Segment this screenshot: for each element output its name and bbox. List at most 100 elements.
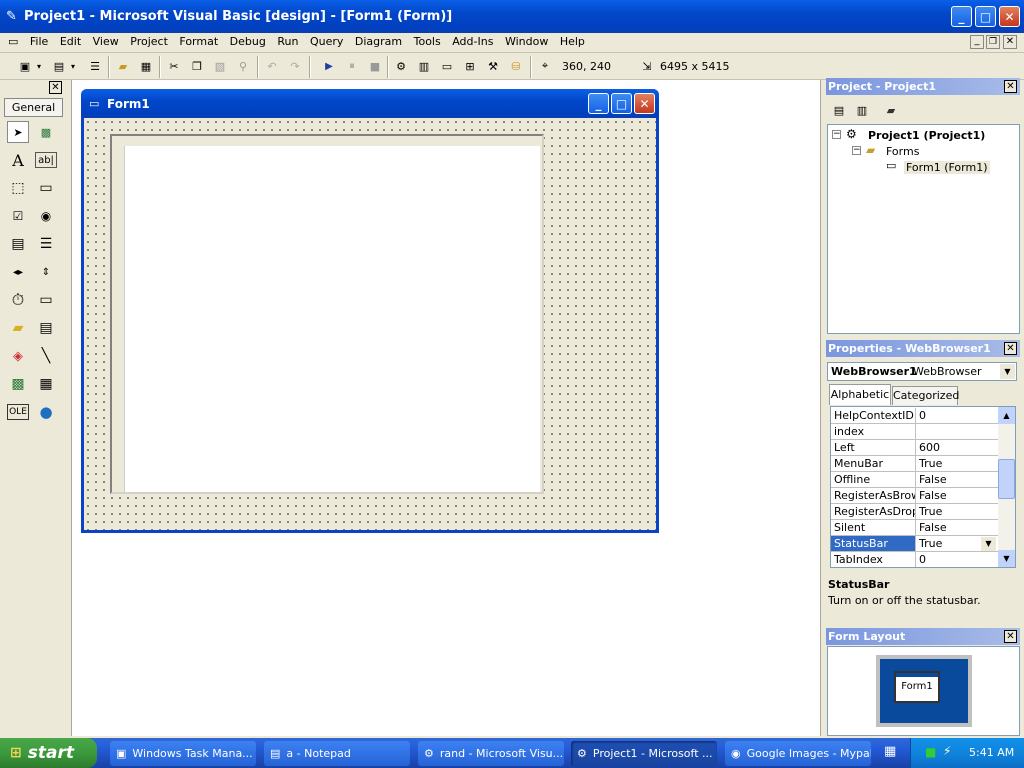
ole-icon[interactable]: OLE <box>7 404 29 420</box>
close-button[interactable]: ✕ <box>999 6 1020 27</box>
properties-panel-close-icon[interactable]: ✕ <box>1004 342 1017 355</box>
tray-app-icon[interactable]: ■ <box>925 745 936 759</box>
taskbar-item-task-manager[interactable]: ▣ Windows Task Mana... <box>110 741 256 766</box>
property-row[interactable]: StatusBar True <box>831 536 998 552</box>
frame-icon[interactable]: ⬚ <box>7 177 29 199</box>
menu-tools[interactable]: Tools <box>410 32 445 52</box>
hscrollbar-icon[interactable]: ◂▸ <box>7 261 29 283</box>
property-value[interactable]: False <box>916 488 998 503</box>
shape-icon[interactable]: ◈ <box>7 345 29 367</box>
property-row[interactable]: TabIndex 0 <box>831 552 998 567</box>
view-code-icon[interactable]: ▤ <box>828 99 850 121</box>
property-value[interactable]: True <box>916 504 998 519</box>
scroll-thumb[interactable] <box>998 459 1015 499</box>
quick-keyboard-icon[interactable]: ▦ <box>884 744 896 759</box>
property-value[interactable]: 0 <box>916 552 998 567</box>
vscrollbar-icon[interactable]: ⇕ <box>35 261 57 283</box>
menu-editor-icon[interactable]: ☰ <box>84 55 106 77</box>
property-value[interactable]: 600 <box>916 440 998 455</box>
add-project-icon[interactable]: ▣ <box>14 55 36 77</box>
textbox-icon[interactable]: ab| <box>35 152 57 168</box>
property-row[interactable]: RegisterAsBrowseFalse <box>831 488 998 504</box>
form-layout-icon[interactable]: ▭ <box>436 55 458 77</box>
properties-scrollbar[interactable]: ▲ ▼ <box>998 407 1015 567</box>
forms-folder-label[interactable]: Forms <box>886 145 919 158</box>
menu-run[interactable]: Run <box>273 32 302 52</box>
webbrowser-control[interactable] <box>110 134 544 494</box>
form-layout-panel-title[interactable]: Form Layout <box>826 628 1020 645</box>
chevron-down-icon[interactable]: ▼ <box>1000 364 1015 379</box>
end-stop-icon[interactable]: ■ <box>364 55 386 77</box>
property-row[interactable]: Silent False <box>831 520 998 536</box>
property-row[interactable]: index <box>831 424 998 440</box>
mdi-minimize-icon[interactable]: _ <box>970 35 984 49</box>
dropdown-arrow-icon[interactable]: ▾ <box>34 55 44 77</box>
tab-categorized[interactable]: Categorized <box>892 386 959 405</box>
undo-icon[interactable]: ↶ <box>261 55 283 77</box>
optionbutton-icon[interactable]: ◉ <box>35 205 57 227</box>
menu-debug[interactable]: Debug <box>226 32 270 52</box>
form-minimize-button[interactable]: _ <box>588 93 609 114</box>
toolbox-close-icon[interactable]: ✕ <box>49 81 62 94</box>
taskbar-item-mypal[interactable]: ◉ Google Images - Mypal <box>725 741 871 766</box>
mdi-close-icon[interactable]: ✕ <box>1003 35 1017 49</box>
property-row[interactable]: MenuBar True <box>831 456 998 472</box>
pointer-icon[interactable]: ➤ <box>7 121 29 143</box>
scroll-up-icon[interactable]: ▲ <box>998 407 1015 424</box>
drivelistbox-icon[interactable]: ▭ <box>35 289 57 311</box>
menu-diagram[interactable]: Diagram <box>351 32 406 52</box>
menu-query[interactable]: Query <box>306 32 347 52</box>
timer-icon[interactable]: ⏱ <box>7 289 29 311</box>
scroll-down-icon[interactable]: ▼ <box>998 550 1015 567</box>
property-value[interactable]: True <box>916 456 998 471</box>
property-row[interactable]: Offline False <box>831 472 998 488</box>
form-preview[interactable]: Form1 <box>894 671 940 703</box>
value-dropdown-icon[interactable]: ▼ <box>981 537 996 551</box>
toggle-folders-icon[interactable]: ▰ <box>880 99 902 121</box>
paste-icon[interactable]: ▧ <box>209 55 231 77</box>
start-run-icon[interactable]: ▶ <box>318 55 340 77</box>
project-root-label[interactable]: Project1 (Project1) <box>868 129 985 142</box>
minimize-button[interactable]: _ <box>951 6 972 27</box>
data-icon[interactable]: ▦ <box>35 373 57 395</box>
project-explorer-icon[interactable]: ⚙ <box>390 55 412 77</box>
menu-help[interactable]: Help <box>556 32 589 52</box>
dropdown-arrow-icon[interactable]: ▾ <box>68 55 78 77</box>
combobox-icon[interactable]: ▤ <box>7 233 29 255</box>
form-title-bar[interactable]: ▭ Form1 _ □ ✕ <box>81 89 659 118</box>
form-layout-close-icon[interactable]: ✕ <box>1004 630 1017 643</box>
form-designer-window[interactable]: ▭ Form1 _ □ ✕ <box>81 89 659 533</box>
tree-expand-icon[interactable]: − <box>832 130 841 139</box>
webbrowser-globe-icon[interactable]: ● <box>35 401 57 423</box>
tab-alphabetic[interactable]: Alphabetic <box>829 384 891 405</box>
menu-edit[interactable]: Edit <box>56 32 85 52</box>
property-value[interactable]: False <box>916 520 998 535</box>
listbox-icon[interactable]: ☰ <box>35 233 57 255</box>
object-selector[interactable]: WebBrowser1 WebBrowser ▼ <box>827 362 1017 381</box>
object-browser-icon[interactable]: ⊞ <box>459 55 481 77</box>
find-icon[interactable]: ⚲ <box>232 55 254 77</box>
cut-icon[interactable]: ✂ <box>163 55 185 77</box>
tree-expand-icon[interactable]: − <box>852 146 861 155</box>
taskbar-item-notepad[interactable]: ▤ a - Notepad <box>264 741 410 766</box>
properties-window-icon[interactable]: ▥ <box>413 55 435 77</box>
menu-add-ins[interactable]: Add-Ins <box>448 32 497 52</box>
property-row[interactable]: RegisterAsDropTaTrue <box>831 504 998 520</box>
form-close-button[interactable]: ✕ <box>634 93 655 114</box>
menu-format[interactable]: Format <box>175 32 222 52</box>
checkbox-icon[interactable]: ☑ <box>7 205 29 227</box>
commandbutton-icon[interactable]: ▭ <box>35 177 57 199</box>
view-object-icon[interactable]: ▥ <box>851 99 873 121</box>
save-icon[interactable]: ▦ <box>135 55 157 77</box>
mdi-restore-icon[interactable]: ❐ <box>986 35 1000 49</box>
maximize-button[interactable]: □ <box>975 6 996 27</box>
properties-panel-title[interactable]: Properties - WebBrowser1 <box>826 340 1020 357</box>
open-folder-icon[interactable]: ▰ <box>112 55 134 77</box>
property-value[interactable]: False <box>916 472 998 487</box>
form-maximize-button[interactable]: □ <box>611 93 632 114</box>
dirlistbox-icon[interactable]: ▰ <box>7 317 29 339</box>
start-button[interactable]: ⊞ start <box>0 738 97 768</box>
menu-window[interactable]: Window <box>501 32 552 52</box>
taskbar-item-rand-vb[interactable]: ⚙ rand - Microsoft Visu... <box>418 741 564 766</box>
property-row[interactable]: HelpContextID 0 <box>831 408 998 424</box>
